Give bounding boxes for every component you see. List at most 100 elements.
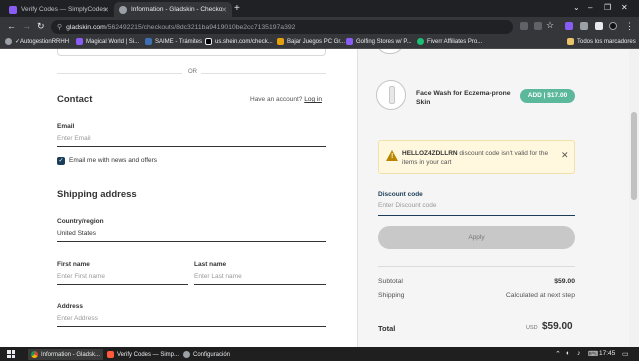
network-icon[interactable]: ◐ <box>566 350 570 357</box>
discount-error-alert: ! HELLOZ4ZDLLRN discount code isn't vali… <box>378 140 575 174</box>
close-tab-icon[interactable]: ✕ <box>103 6 109 14</box>
saime-icon <box>145 38 152 45</box>
bookmark-item[interactable]: Fiverr Affiliates Pro... <box>417 38 482 45</box>
extensions-puzzle-icon[interactable] <box>580 22 588 30</box>
taskbar-item-verify-codes[interactable]: Verify Codes — Simp... <box>104 349 182 360</box>
add-upsell-button[interactable]: ADD | $17.00 <box>520 89 575 103</box>
newsletter-checkbox[interactable]: ✓ <box>57 157 65 165</box>
checkout-main-column: OR Contact Have an account? Log in Email… <box>0 49 357 347</box>
os-taskbar: Information - Gladsk... Verify Codes — S… <box>0 347 639 361</box>
browser-tab-strip: Verify Codes — SimplyCodes ✕ Information… <box>0 0 639 17</box>
shipping-address-heading: Shipping address <box>57 189 137 200</box>
tray-chevron-icon[interactable]: ⌃ <box>555 350 561 358</box>
new-tab-plus-icon[interactable]: + <box>234 3 240 14</box>
face-wash-thumbnail <box>376 80 406 110</box>
volume-icon[interactable]: ♪ <box>577 350 581 357</box>
magical-world-icon <box>76 38 83 45</box>
close-tab-icon[interactable]: ✕ <box>221 6 227 14</box>
bookmark-star-icon[interactable]: ☆ <box>546 20 554 31</box>
product-thumbnail <box>376 49 404 54</box>
country-select[interactable]: United States <box>57 228 326 242</box>
discount-code-input[interactable]: Enter Discount code <box>378 202 575 216</box>
restore-window-icon[interactable]: ❐ <box>604 3 611 12</box>
shipping-label: Shipping <box>378 292 405 299</box>
bookmark-item[interactable]: SAIME - Trámites <box>145 38 202 45</box>
notifications-icon[interactable]: ▭ <box>622 350 629 358</box>
scrollbar-thumb[interactable] <box>631 112 637 200</box>
shipping-row: Shipping Calculated at next step <box>378 292 575 299</box>
newsletter-label: Email me with news and offers <box>69 157 158 164</box>
brave-icon <box>107 351 114 358</box>
first-name-field[interactable]: Enter First name <box>57 271 188 285</box>
total-label: Total <box>378 324 396 333</box>
country-label: Country/region <box>57 218 104 225</box>
last-name-field[interactable]: Enter Last name <box>194 271 326 285</box>
language-icon[interactable]: ⌨ <box>588 350 598 358</box>
discount-code-label: Discount code <box>378 191 423 198</box>
warning-triangle-icon: ! <box>386 150 398 161</box>
bookmarks-bar: ✓AutogestionRRHH Magical World | Si... S… <box>0 36 639 49</box>
divider-line <box>57 73 182 74</box>
chrome-icon <box>31 351 38 358</box>
apply-discount-button[interactable]: Apply <box>378 226 575 249</box>
site-info-icon[interactable]: ⚲ <box>57 23 62 31</box>
forward-arrow-icon[interactable]: → <box>22 21 31 31</box>
tab-gladskin-checkout[interactable]: Information - Gladskin - Checko ✕ <box>114 2 232 17</box>
kebab-menu-icon[interactable]: ⋮ <box>625 21 634 32</box>
profile-avatar-icon[interactable] <box>609 22 617 30</box>
back-arrow-icon[interactable]: ← <box>7 21 16 31</box>
folder-icon <box>567 38 574 45</box>
email-label: Email <box>57 123 75 130</box>
alert-message: HELLOZ4ZDLLRN discount code isn't valid … <box>402 150 549 166</box>
tab-verify-codes[interactable]: Verify Codes — SimplyCodes ✕ <box>4 2 114 17</box>
minimize-window-icon[interactable]: – <box>588 3 592 12</box>
contact-heading: Contact <box>57 94 93 105</box>
divider-line <box>201 73 326 74</box>
address-label: Address <box>57 303 84 310</box>
browser-toolbar: ← → ↻ ⚲ gladskin.com /56249221​5/checkou… <box>0 17 639 36</box>
bookmark-item[interactable]: ✓AutogestionRRHH <box>5 38 69 45</box>
bookmark-item[interactable]: Bajar Juegos PC Gr... <box>277 38 345 45</box>
email-field[interactable]: Enter Email <box>57 133 326 147</box>
tab-search-chevron-icon[interactable]: ⌄ <box>573 3 580 12</box>
shipping-value: Calculated at next step <box>505 292 575 299</box>
gear-icon <box>183 351 190 358</box>
product-tube-icon <box>389 86 395 104</box>
translate-icon[interactable] <box>520 22 528 30</box>
taskbar-item-settings[interactable]: Configuración <box>180 349 233 360</box>
bookmark-item[interactable]: Golfing Stores w/ P... <box>346 38 412 45</box>
globe-icon <box>119 5 127 14</box>
login-link[interactable]: Log in <box>304 96 322 103</box>
fiverr-icon <box>417 38 424 45</box>
close-window-icon[interactable]: ✕ <box>621 3 628 12</box>
total-currency: USD <box>526 325 538 331</box>
checkout-page: OR Contact Have an account? Log in Email… <box>0 49 639 347</box>
have-account-text: Have an account? Log in <box>250 96 322 103</box>
juegos-icon <box>277 38 284 45</box>
simplycodes-favicon-icon <box>9 5 17 14</box>
address-bar[interactable]: ⚲ gladskin.com /56249221​5/checkouts/8dc… <box>51 20 513 34</box>
bookmark-item[interactable]: us.shein.com/check... <box>205 38 273 45</box>
page-scrollbar[interactable] <box>629 49 639 347</box>
taskbar-item-chrome-gladskin[interactable]: Information - Gladsk... <box>28 349 104 360</box>
side-panel-icon[interactable] <box>595 22 603 30</box>
share-icon[interactable] <box>534 22 542 30</box>
simplycodes-extension-icon[interactable] <box>565 22 573 30</box>
taskbar-clock[interactable]: 17:45 <box>599 350 615 357</box>
last-name-label: Last name <box>194 261 227 268</box>
express-checkout-box <box>57 49 326 56</box>
globe-icon <box>5 38 12 45</box>
reload-icon[interactable]: ↻ <box>37 21 45 32</box>
subtotal-value: $59.00 <box>554 278 575 285</box>
all-bookmarks-folder[interactable]: Todos los marcadores <box>567 38 636 45</box>
first-name-label: First name <box>57 261 90 268</box>
subtotal-label: Subtotal <box>378 278 403 285</box>
total-value: $59.00 <box>542 321 573 332</box>
start-menu-icon[interactable] <box>7 350 15 358</box>
close-alert-icon[interactable]: ✕ <box>561 150 569 161</box>
summary-divider <box>378 266 575 267</box>
bookmark-item[interactable]: Magical World | Si... <box>76 38 139 45</box>
address-field[interactable]: Enter Address <box>57 313 326 327</box>
or-text: OR <box>188 69 197 75</box>
upsell-product-name: Face Wash for Eczema-prone Skin <box>416 90 511 106</box>
